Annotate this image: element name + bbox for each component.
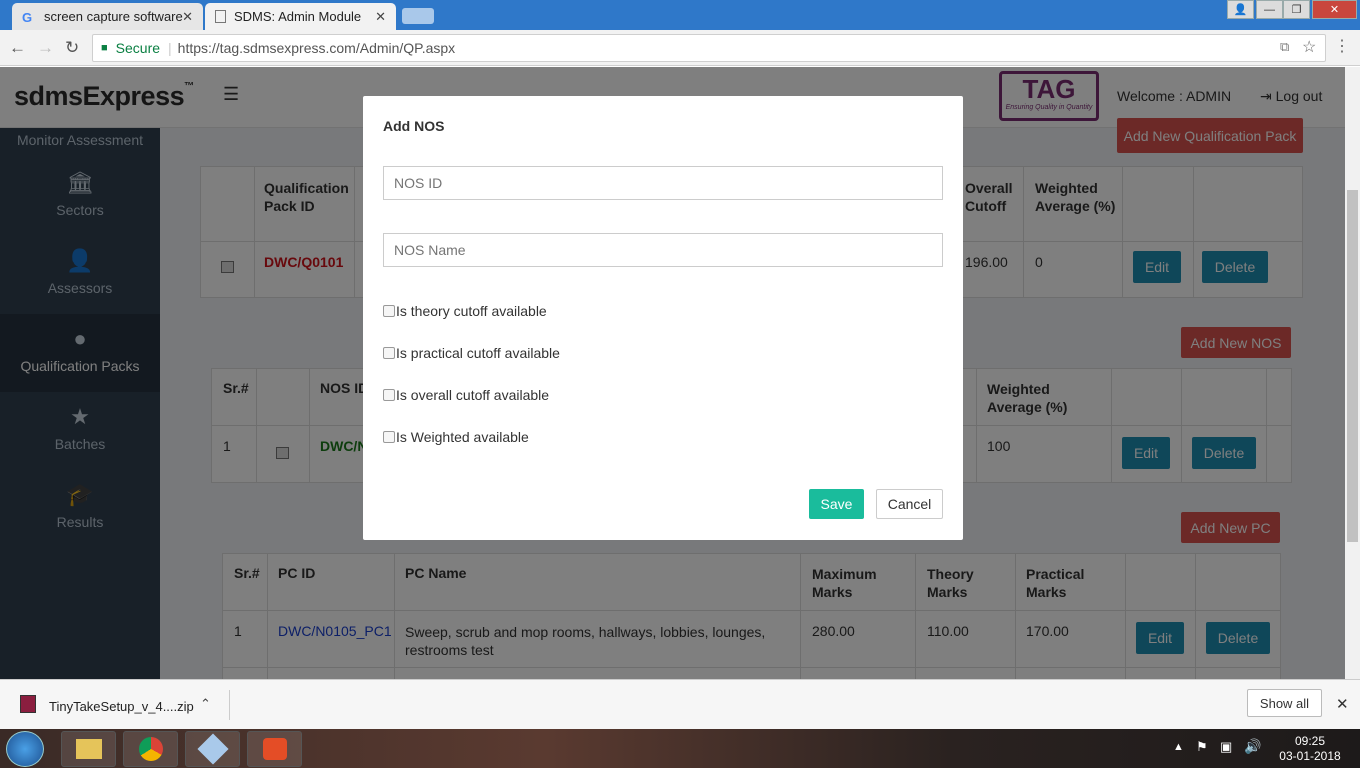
practical-cutoff-checkbox[interactable] [383, 347, 395, 359]
tab-sdms-admin[interactable]: SDMS: Admin Module ✕ [205, 3, 396, 30]
browser-tab-strip: G screen capture software ✕ SDMS: Admin … [0, 0, 1360, 30]
user-icon[interactable]: 👤 [1227, 0, 1254, 19]
chrome-icon[interactable] [123, 731, 178, 767]
new-tab-button[interactable] [402, 8, 434, 24]
nos-name-input[interactable] [383, 233, 943, 267]
weighted-checkbox[interactable] [383, 431, 395, 443]
add-nos-dialog: Add NOS Is theory cutoff available Is pr… [363, 96, 963, 540]
google-icon: G [22, 9, 33, 25]
nos-id-input[interactable] [383, 166, 943, 200]
star-icon[interactable]: ☆ [1302, 37, 1316, 57]
menu-icon[interactable]: ⋮ [1334, 36, 1350, 56]
close-window-button[interactable]: ✕ [1312, 0, 1357, 19]
show-hidden-icons[interactable]: ▲ [1173, 741, 1184, 753]
theory-cutoff-option: Is theory cutoff available [383, 303, 547, 319]
weighted-option: Is Weighted available [383, 429, 529, 445]
windows-taskbar: ▲ ⚑ ▣ 🔊 09:25 03-01-2018 [0, 729, 1360, 768]
start-button[interactable] [6, 731, 44, 767]
volume-icon[interactable]: 🔊 [1244, 738, 1261, 755]
back-icon[interactable]: ← [9, 38, 26, 58]
overall-cutoff-checkbox[interactable] [383, 389, 395, 401]
close-tab-icon[interactable]: ✕ [375, 9, 386, 25]
address-bar-area: ← → ↻ ■ Secure | https://tag.sdmsexpress… [0, 30, 1360, 66]
close-download-bar-icon[interactable]: ✕ [1336, 695, 1349, 713]
overall-cutoff-option: Is overall cutoff available [383, 387, 549, 403]
url-field[interactable]: ■ Secure | https://tag.sdmsexpress.com/A… [92, 34, 1326, 62]
blocked-popup-icon[interactable]: ⧉ [1280, 39, 1289, 55]
save-button[interactable]: Save [809, 489, 864, 519]
app-cube-icon[interactable] [185, 731, 240, 767]
system-clock[interactable]: 09:25 03-01-2018 [1276, 734, 1344, 764]
tab-title: SDMS: Admin Module [234, 9, 362, 24]
archive-file-icon [20, 695, 36, 713]
reload-icon[interactable]: ↻ [65, 38, 79, 58]
restore-button[interactable]: ❐ [1283, 0, 1310, 19]
scrollbar-thumb[interactable] [1347, 190, 1358, 542]
secure-label: Secure [115, 40, 161, 56]
dialog-title: Add NOS [383, 118, 445, 134]
practical-cutoff-option: Is practical cutoff available [383, 345, 560, 361]
url-text: https://tag.sdmsexpress.com/Admin/QP.asp… [177, 40, 456, 56]
minimize-button[interactable]: — [1256, 0, 1283, 19]
cancel-button[interactable]: Cancel [876, 489, 943, 519]
download-file-name[interactable]: TinyTakeSetup_v_4....zip [49, 699, 194, 714]
network-icon[interactable]: ▣ [1220, 739, 1232, 755]
page-icon [215, 10, 226, 23]
flag-icon[interactable]: ⚑ [1196, 739, 1208, 755]
theory-cutoff-checkbox[interactable] [383, 305, 395, 317]
forward-icon[interactable]: → [37, 38, 54, 58]
file-explorer-icon[interactable] [61, 731, 116, 767]
lock-icon: ■ [101, 42, 108, 54]
tab-title: screen capture software [44, 9, 183, 24]
close-tab-icon[interactable]: ✕ [182, 9, 193, 25]
download-bar: TinyTakeSetup_v_4....zip ⌃ Show all ✕ [0, 679, 1360, 729]
screen-capture-app-icon[interactable] [247, 731, 302, 767]
show-all-button[interactable]: Show all [1247, 689, 1322, 717]
chevron-up-icon[interactable]: ⌃ [200, 696, 211, 712]
tab-screen-capture[interactable]: G screen capture software ✕ [12, 3, 203, 30]
